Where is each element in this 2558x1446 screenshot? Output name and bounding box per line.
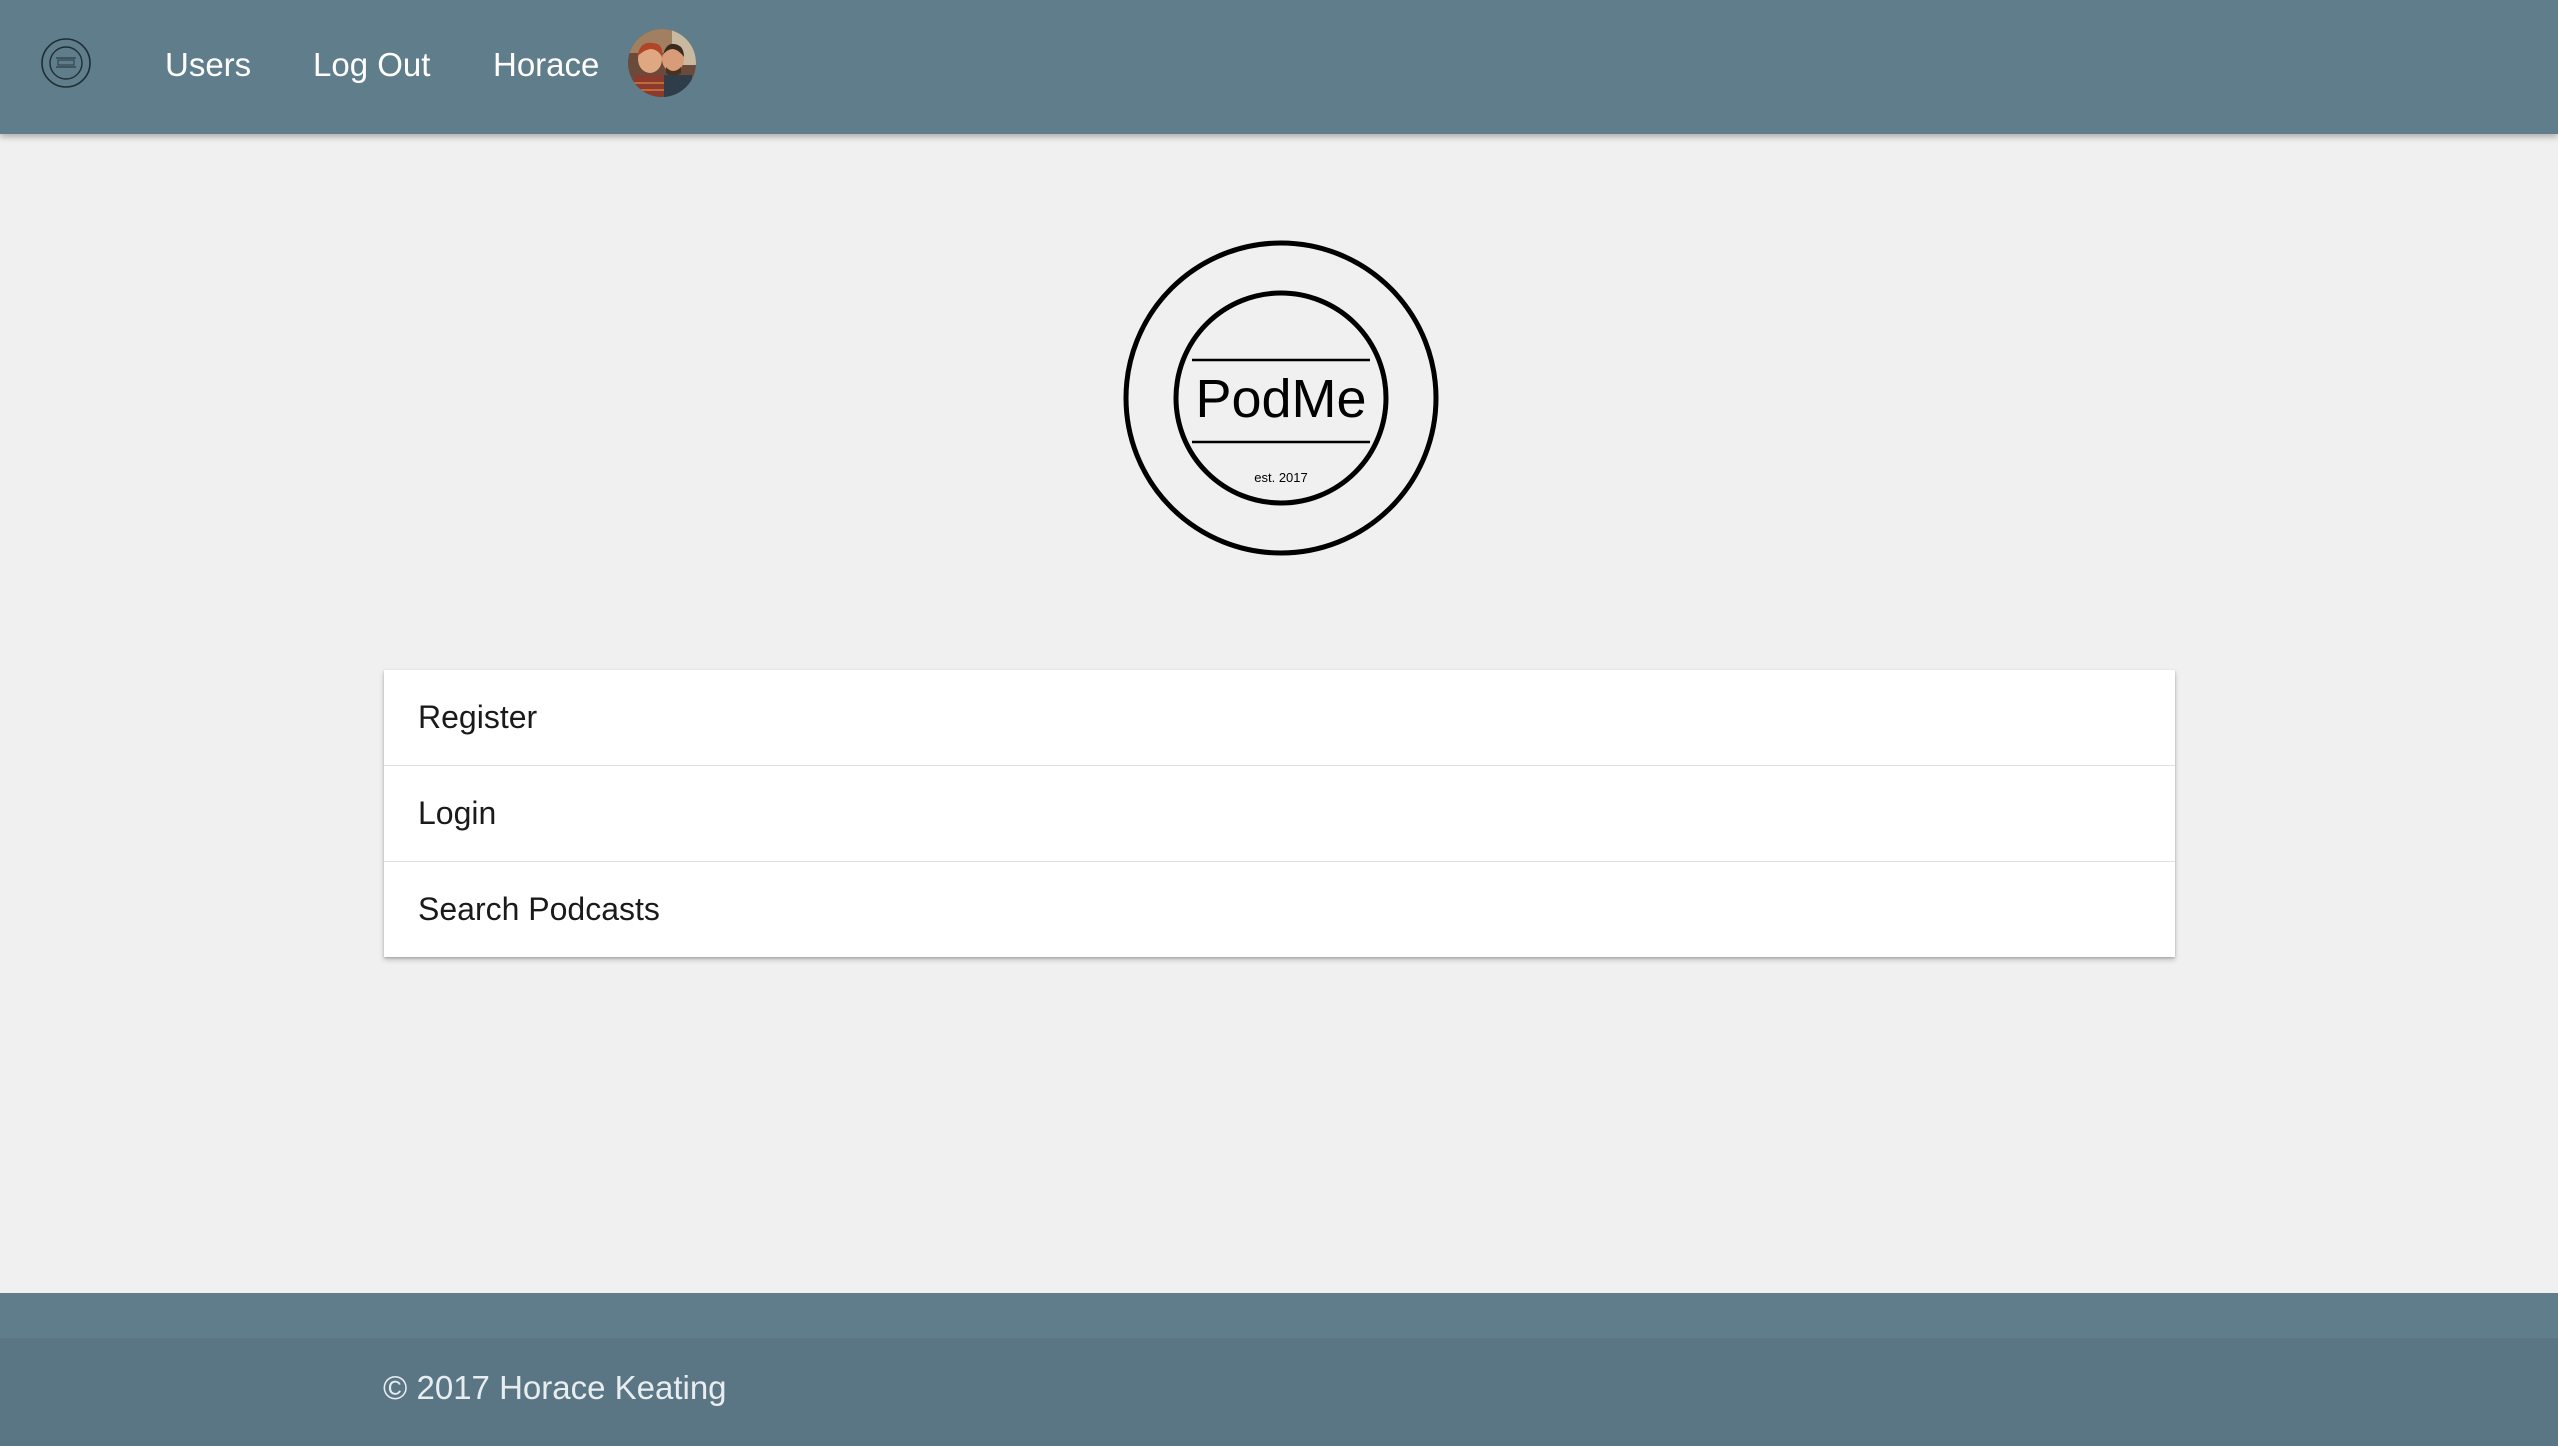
podme-logo-icon[interactable] [40,37,92,89]
footer-copyright-bar: © 2017 Horace Keating [0,1338,2558,1446]
nav-users-link[interactable]: Users [165,0,251,130]
menu-item-login[interactable]: Login [384,766,2175,862]
podme-logo: PodMe est. 2017 [1122,239,1440,557]
logo-wordmark: PodMe [1195,369,1366,429]
user-avatar[interactable] [628,29,696,97]
main-menu: Register Login Search Podcasts [384,670,2175,957]
nav-logout-link[interactable]: Log Out [313,0,430,130]
menu-item-search-podcasts[interactable]: Search Podcasts [384,862,2175,957]
copyright-text: © 2017 Horace Keating [383,1369,727,1406]
menu-item-register[interactable]: Register [384,670,2175,766]
navbar: Users Log Out Horace [0,0,2558,134]
nav-user-profile-link[interactable]: Horace [493,0,599,130]
logo-established-text: est. 2017 [1254,470,1308,485]
footer: © 2017 Horace Keating [0,1293,2558,1446]
